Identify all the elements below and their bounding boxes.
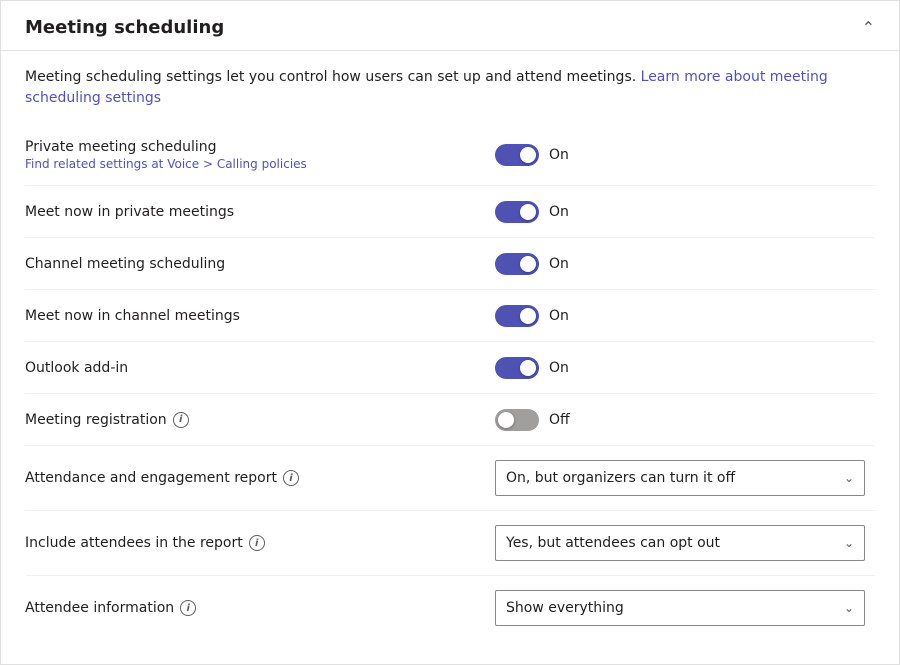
toggle-thumb-channel-meeting-scheduling xyxy=(520,256,536,272)
dropdown-value-attendee-information: Show everything xyxy=(506,600,624,616)
setting-row-meeting-registration: Meeting registrationi Off xyxy=(25,394,875,446)
toggle-status-meet-now-channel: On xyxy=(549,308,569,324)
setting-label-area-private-meeting-scheduling: Private meeting scheduling Find related s… xyxy=(25,139,495,171)
info-icon-meeting-registration[interactable]: i xyxy=(173,412,189,428)
setting-row-private-meeting-scheduling: Private meeting scheduling Find related s… xyxy=(25,125,875,186)
setting-label-area-attendee-information: Attendee informationi xyxy=(25,600,495,616)
collapse-icon[interactable]: ⌃ xyxy=(862,18,875,37)
chevron-down-icon-include-attendees: ⌄ xyxy=(844,536,854,550)
setting-control-attendee-information: Show everything ⌄ xyxy=(495,590,875,626)
setting-control-meeting-registration: Off xyxy=(495,409,875,431)
setting-label-area-meeting-registration: Meeting registrationi xyxy=(25,412,495,428)
chevron-down-icon-attendee-information: ⌄ xyxy=(844,601,854,615)
setting-label-include-attendees: Include attendees in the reporti xyxy=(25,535,495,551)
info-icon-include-attendees[interactable]: i xyxy=(249,535,265,551)
toggle-status-channel-meeting-scheduling: On xyxy=(549,256,569,272)
panel-header: Meeting scheduling ⌃ xyxy=(1,1,899,51)
settings-area: Private meeting scheduling Find related s… xyxy=(1,117,899,664)
setting-row-outlook-addin: Outlook add-in On xyxy=(25,342,875,394)
setting-label-area-channel-meeting-scheduling: Channel meeting scheduling xyxy=(25,256,495,272)
setting-control-include-attendees: Yes, but attendees can opt out ⌄ xyxy=(495,525,875,561)
toggle-status-meeting-registration: Off xyxy=(549,412,570,428)
setting-control-outlook-addin: On xyxy=(495,357,875,379)
setting-label-meeting-registration: Meeting registrationi xyxy=(25,412,495,428)
toggle-private-meeting-scheduling[interactable] xyxy=(495,144,539,166)
chevron-down-icon-attendance-engagement: ⌄ xyxy=(844,471,854,485)
toggle-channel-meeting-scheduling[interactable] xyxy=(495,253,539,275)
setting-control-meet-now-private: On xyxy=(495,201,875,223)
setting-row-meet-now-private: Meet now in private meetings On xyxy=(25,186,875,238)
setting-control-channel-meeting-scheduling: On xyxy=(495,253,875,275)
toggle-thumb-meet-now-channel xyxy=(520,308,536,324)
sublabel-link[interactable]: Voice > Calling policies xyxy=(167,157,307,171)
dropdown-attendance-engagement[interactable]: On, but organizers can turn it off ⌄ xyxy=(495,460,865,496)
setting-label-meet-now-channel: Meet now in channel meetings xyxy=(25,308,495,324)
setting-row-include-attendees: Include attendees in the reportiYes, but… xyxy=(25,511,875,576)
info-icon-attendance-engagement[interactable]: i xyxy=(283,470,299,486)
dropdown-value-include-attendees: Yes, but attendees can opt out xyxy=(506,535,720,551)
toggle-thumb-private-meeting-scheduling xyxy=(520,147,536,163)
panel-title: Meeting scheduling xyxy=(25,17,224,38)
setting-label-area-include-attendees: Include attendees in the reporti xyxy=(25,535,495,551)
setting-row-meet-now-channel: Meet now in channel meetings On xyxy=(25,290,875,342)
setting-label-area-meet-now-private: Meet now in private meetings xyxy=(25,204,495,220)
dropdown-attendee-information[interactable]: Show everything ⌄ xyxy=(495,590,865,626)
setting-row-attendee-information: Attendee informationi Show everything ⌄ xyxy=(25,576,875,640)
panel-description: Meeting scheduling settings let you cont… xyxy=(1,51,899,117)
toggle-meet-now-channel[interactable] xyxy=(495,305,539,327)
setting-row-attendance-engagement: Attendance and engagement reportiOn, but… xyxy=(25,446,875,511)
setting-control-attendance-engagement: On, but organizers can turn it off ⌄ xyxy=(495,460,875,496)
setting-label-area-outlook-addin: Outlook add-in xyxy=(25,360,495,376)
toggle-status-outlook-addin: On xyxy=(549,360,569,376)
setting-label-meet-now-private: Meet now in private meetings xyxy=(25,204,495,220)
toggle-meet-now-private[interactable] xyxy=(495,201,539,223)
setting-sublabel-private-meeting-scheduling: Find related settings at Voice > Calling… xyxy=(25,157,495,171)
dropdown-include-attendees[interactable]: Yes, but attendees can opt out ⌄ xyxy=(495,525,865,561)
info-icon-attendee-information[interactable]: i xyxy=(180,600,196,616)
toggle-status-meet-now-private: On xyxy=(549,204,569,220)
toggle-thumb-outlook-addin xyxy=(520,360,536,376)
setting-label-attendance-engagement: Attendance and engagement reporti xyxy=(25,470,495,486)
description-text: Meeting scheduling settings let you cont… xyxy=(25,69,636,85)
toggle-thumb-meet-now-private xyxy=(520,204,536,220)
dropdown-value-attendance-engagement: On, but organizers can turn it off xyxy=(506,470,735,486)
setting-label-channel-meeting-scheduling: Channel meeting scheduling xyxy=(25,256,495,272)
toggle-thumb-meeting-registration xyxy=(498,412,514,428)
setting-label-area-meet-now-channel: Meet now in channel meetings xyxy=(25,308,495,324)
setting-label-private-meeting-scheduling: Private meeting scheduling xyxy=(25,139,495,155)
toggle-outlook-addin[interactable] xyxy=(495,357,539,379)
toggle-status-private-meeting-scheduling: On xyxy=(549,147,569,163)
setting-control-meet-now-channel: On xyxy=(495,305,875,327)
setting-label-attendee-information: Attendee informationi xyxy=(25,600,495,616)
setting-label-outlook-addin: Outlook add-in xyxy=(25,360,495,376)
setting-label-area-attendance-engagement: Attendance and engagement reporti xyxy=(25,470,495,486)
meeting-scheduling-panel: Meeting scheduling ⌃ Meeting scheduling … xyxy=(0,0,900,665)
setting-control-private-meeting-scheduling: On xyxy=(495,144,875,166)
setting-row-channel-meeting-scheduling: Channel meeting scheduling On xyxy=(25,238,875,290)
toggle-meeting-registration[interactable] xyxy=(495,409,539,431)
